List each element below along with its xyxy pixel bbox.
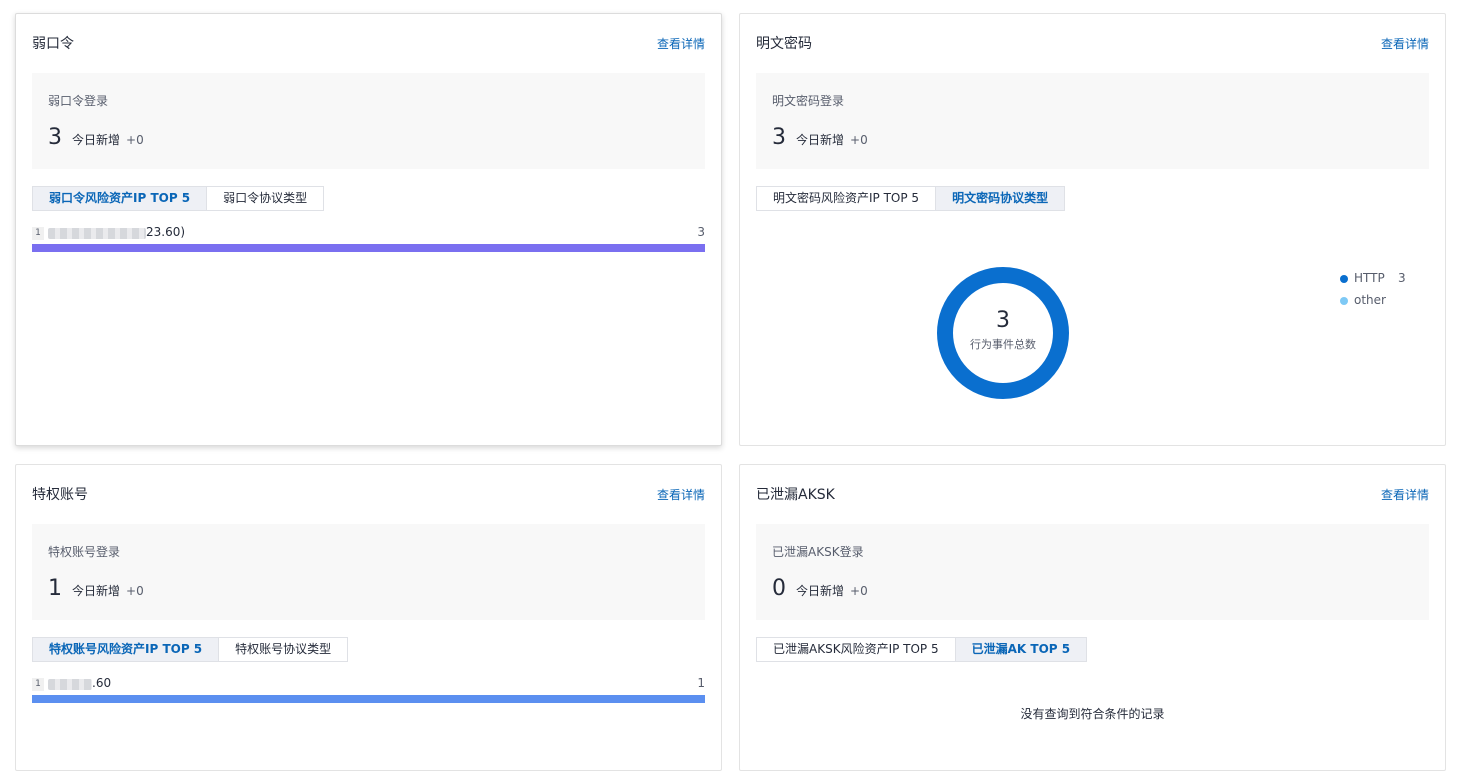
stat-sub-label: 今日新增	[796, 133, 845, 147]
stat-row: 1 今日新增 +0	[48, 576, 144, 601]
stat-value: 3	[772, 125, 786, 150]
card-weak-password: 弱口令 查看详情 弱口令登录 3 今日新增 +0 弱口令风险资产IP TOP 5…	[15, 13, 722, 446]
view-details-link[interactable]: 查看详情	[657, 35, 705, 52]
rank-badge: 1	[32, 678, 44, 691]
stat-sub-label: 今日新增	[72, 133, 121, 147]
rank-row: 1 23.60) 3	[32, 224, 705, 254]
rank-bar	[32, 244, 705, 252]
card-leaked-aksk: 已泄漏AKSK 查看详情 已泄漏AKSK登录 0 今日新增 +0 已泄漏AKSK…	[739, 464, 1446, 771]
stat-row: 3 今日新增 +0	[772, 125, 868, 150]
stat-label: 弱口令登录	[48, 94, 109, 108]
stat-box: 特权账号登录 1 今日新增 +0	[32, 524, 705, 620]
tab-protocol-type[interactable]: 弱口令协议类型	[207, 186, 325, 211]
card-privileged-account: 特权账号 查看详情 特权账号登录 1 今日新增 +0 特权账号风险资产IP TO…	[15, 464, 722, 771]
tab-risk-asset-ip-top5[interactable]: 弱口令风险资产IP TOP 5	[32, 186, 208, 211]
card-title: 特权账号	[32, 487, 88, 503]
stat-increment: +0	[126, 584, 144, 598]
stat-box: 弱口令登录 3 今日新增 +0	[32, 73, 705, 169]
rank-value: 1	[697, 676, 705, 690]
rank-row: 1 .60 1	[32, 675, 705, 705]
tab-ak-top5[interactable]: 已泄漏AK TOP 5	[955, 637, 1088, 662]
donut-center: 3 行为事件总数	[936, 266, 1070, 400]
stat-sub-label: 今日新增	[72, 584, 121, 598]
tab-risk-asset-ip-top5[interactable]: 明文密码风险资产IP TOP 5	[756, 186, 937, 211]
stat-box: 已泄漏AKSK登录 0 今日新增 +0	[756, 524, 1429, 620]
legend-item-http[interactable]: HTTP 3	[1340, 267, 1406, 289]
masked-ip	[48, 228, 146, 239]
rank-value: 3	[697, 225, 705, 239]
legend-dot	[1340, 275, 1348, 283]
stat-sub-label: 今日新增	[796, 584, 845, 598]
stat-value: 3	[48, 125, 62, 150]
stat-increment: +0	[850, 133, 868, 147]
donut-total: 3	[996, 308, 1010, 333]
rank-ip-text: .60	[92, 676, 112, 690]
legend-name: other	[1354, 293, 1386, 307]
card-title: 弱口令	[32, 36, 74, 52]
card-title: 已泄漏AKSK	[756, 487, 835, 503]
stat-increment: +0	[850, 584, 868, 598]
empty-state-text: 没有查询到符合条件的记录	[1020, 707, 1165, 721]
legend-item-other[interactable]: other	[1340, 289, 1386, 311]
legend-value: 3	[1398, 271, 1406, 285]
stat-increment: +0	[126, 133, 144, 147]
view-details-link[interactable]: 查看详情	[1381, 35, 1429, 52]
stat-row: 3 今日新增 +0	[48, 125, 144, 150]
tab-group: 已泄漏AKSK风险资产IP TOP 5 已泄漏AK TOP 5	[756, 637, 1088, 662]
stat-label: 明文密码登录	[772, 94, 845, 108]
stat-box: 明文密码登录 3 今日新增 +0	[756, 73, 1429, 169]
masked-ip	[48, 679, 92, 690]
rank-bar	[32, 695, 705, 703]
stat-label: 已泄漏AKSK登录	[772, 545, 864, 559]
view-details-link[interactable]: 查看详情	[657, 486, 705, 503]
view-details-link[interactable]: 查看详情	[1381, 486, 1429, 503]
legend-name: HTTP	[1354, 271, 1385, 285]
tab-risk-asset-ip-top5[interactable]: 特权账号风险资产IP TOP 5	[32, 637, 220, 662]
donut-legend: HTTP 3 other	[1340, 267, 1406, 311]
legend-dot	[1340, 297, 1348, 305]
rank-ip-text: 23.60)	[146, 225, 186, 239]
stat-value: 0	[772, 576, 786, 601]
tab-group: 明文密码风险资产IP TOP 5 明文密码协议类型	[756, 186, 1066, 211]
donut-center-label: 行为事件总数	[970, 338, 1036, 351]
donut-chart[interactable]: 3 行为事件总数	[936, 266, 1070, 400]
tab-protocol-type[interactable]: 明文密码协议类型	[936, 186, 1066, 211]
tab-group: 特权账号风险资产IP TOP 5 特权账号协议类型	[32, 637, 349, 662]
stat-row: 0 今日新增 +0	[772, 576, 868, 601]
tab-protocol-type[interactable]: 特权账号协议类型	[219, 637, 349, 662]
stat-value: 1	[48, 576, 62, 601]
card-plaintext-password: 明文密码 查看详情 明文密码登录 3 今日新增 +0 明文密码风险资产IP TO…	[739, 13, 1446, 446]
stat-label: 特权账号登录	[48, 545, 121, 559]
tab-risk-asset-ip-top5[interactable]: 已泄漏AKSK风险资产IP TOP 5	[756, 637, 956, 662]
rank-badge: 1	[32, 227, 44, 240]
card-title: 明文密码	[756, 36, 812, 52]
tab-group: 弱口令风险资产IP TOP 5 弱口令协议类型	[32, 186, 325, 211]
